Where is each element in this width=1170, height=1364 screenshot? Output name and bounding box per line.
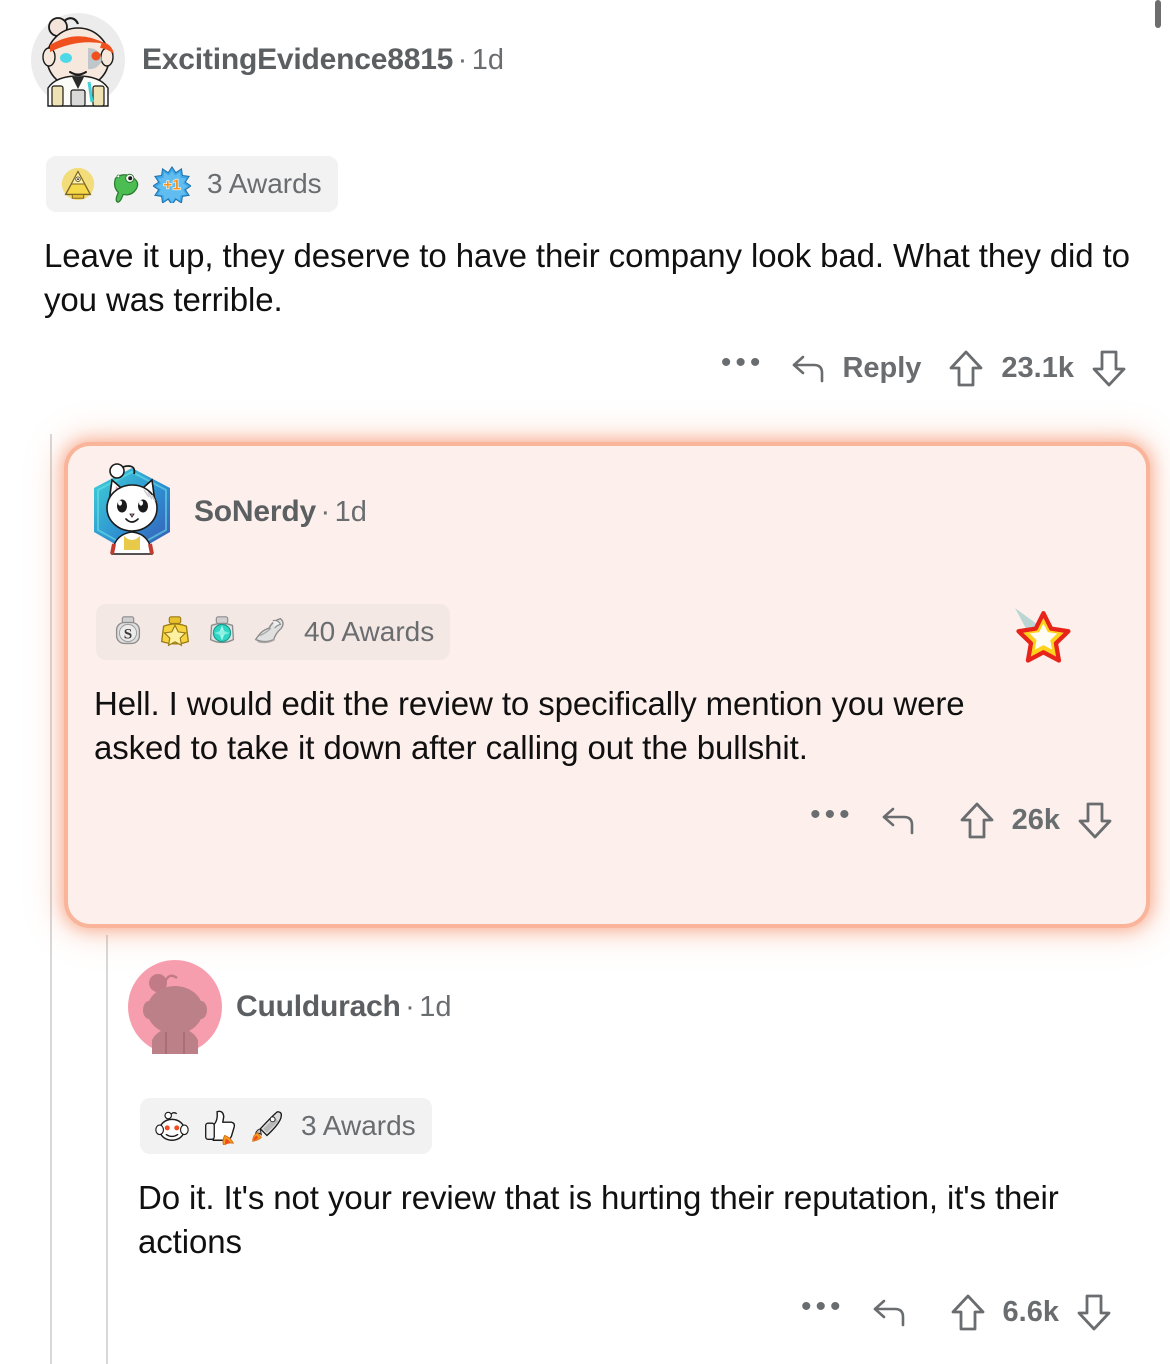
silver-s-medal-award-icon: S (115, 616, 141, 645)
thread-line-depth-1 (50, 434, 52, 1364)
comment-actions: ••• Reply 23.1k (28, 345, 1128, 390)
vote-group: 6.6k (949, 1292, 1113, 1334)
reply-button[interactable] (871, 1295, 923, 1331)
comment-author-row[interactable]: ExcitingEvidence8815 · 1d (28, 10, 1143, 110)
downvote-arrow-icon[interactable] (1075, 1292, 1113, 1334)
shooting-star-icon (1015, 608, 1071, 663)
awards-row: 3 Awards (140, 1098, 1138, 1154)
comment-actions: ••• 26k (84, 797, 1114, 842)
vote-score: 23.1k (1001, 352, 1074, 385)
scrollbar-thumb[interactable] (1155, 0, 1161, 28)
author-separator: · (320, 496, 331, 528)
white-cat-hexagon-avatar-icon (94, 463, 170, 555)
plus-one-starburst-award-icon: +1 (153, 166, 191, 203)
comment-exciting-evidence: ExcitingEvidence8815 · 1d +1 3 Awards Le… (28, 10, 1143, 390)
comment-actions: ••• 6.6k (128, 1289, 1113, 1334)
more-options-button[interactable]: ••• (810, 797, 854, 834)
comment-cuuldurach: Cuuldurach · 1d 3 Awards Do it. It's not… (128, 960, 1138, 1334)
author-name-line: ExcitingEvidence8815 · 1d (142, 43, 504, 77)
more-options-label: ••• (801, 1289, 845, 1323)
upvote-arrow-icon[interactable] (949, 1292, 987, 1334)
vote-group: 26k (958, 800, 1114, 842)
downvote-arrow-icon[interactable] (1076, 800, 1114, 842)
vote-score: 26k (1011, 804, 1060, 837)
comment-body: Do it. It's not your review that is hurt… (138, 1179, 1059, 1260)
reply-arrow-icon (882, 807, 913, 835)
shooting-star-award-badge[interactable] (1005, 600, 1081, 676)
comment-age: 1d (334, 496, 367, 528)
awards-pill[interactable]: 3 Awards (140, 1098, 432, 1154)
more-options-button[interactable]: ••• (720, 345, 765, 382)
gold-star-medal-award-icon (160, 616, 190, 647)
author-name[interactable]: Cuuldurach (236, 990, 401, 1023)
awards-pill[interactable]: S 40 Awards (96, 604, 451, 660)
awards-pill[interactable]: +1 3 Awards (46, 156, 338, 212)
svg-text:S: S (124, 626, 132, 643)
snoo-face-award-icon (155, 1111, 189, 1141)
comment-body: Leave it up, they deserve to have their … (44, 237, 1130, 318)
reply-label: Reply (842, 352, 922, 385)
pink-snoo-avatar-icon (128, 960, 222, 1054)
svg-text:+1: +1 (163, 177, 181, 194)
illuminati-pyramid-award-icon (61, 167, 95, 201)
comment-thread-page: ExcitingEvidence8815 · 1d +1 3 Awards Le… (0, 0, 1170, 1364)
avatar[interactable] (128, 960, 222, 1054)
more-options-button[interactable]: ••• (801, 1289, 845, 1326)
more-options-label: ••• (810, 797, 854, 831)
author-separator: · (405, 991, 415, 1023)
upvote-arrow-icon[interactable] (947, 348, 985, 390)
avatar[interactable] (28, 10, 128, 110)
avatar[interactable] (84, 462, 180, 562)
comment-author-row[interactable]: Cuuldurach · 1d (128, 960, 1138, 1054)
arm-wrestle-medal-award-icon (254, 617, 284, 644)
thumbs-up-rocket-award-icon (205, 1110, 236, 1145)
thread-line-depth-2 (106, 935, 108, 1364)
reply-button[interactable] (880, 803, 932, 839)
downvote-arrow-icon[interactable] (1090, 348, 1128, 390)
reply-arrow-icon (873, 1299, 904, 1327)
teal-gem-medal-award-icon (209, 616, 235, 644)
author-separator: · (457, 44, 468, 76)
comment-age: 1d (471, 44, 505, 76)
author-name-line: SoNerdy · 1d (194, 495, 367, 529)
upvote-arrow-icon[interactable] (958, 800, 996, 842)
vote-score: 6.6k (1002, 1296, 1059, 1329)
reply-arrow-icon (793, 355, 824, 383)
awards-count: 40 Awards (304, 616, 435, 647)
awards-row: +1 3 Awards (46, 156, 1143, 212)
author-name[interactable]: ExcitingEvidence8815 (142, 43, 453, 76)
rocket-award-icon (252, 1111, 283, 1142)
comment-author-row[interactable]: SoNerdy · 1d (84, 462, 1134, 562)
reply-button[interactable]: Reply (790, 351, 921, 387)
dino-head-award-icon (113, 173, 139, 203)
author-name[interactable]: SoNerdy (194, 495, 316, 528)
awards-row: S 40 Awards (96, 604, 1134, 660)
snoo-cyborg-avatar-icon (31, 13, 125, 107)
comment-sonerdy: SoNerdy · 1d S 40 Awards Hell. I would e… (84, 462, 1134, 842)
author-name-line: Cuuldurach · 1d (236, 990, 452, 1024)
more-options-label: ••• (720, 345, 765, 379)
awards-count: 3 Awards (301, 1110, 416, 1141)
scrollbar[interactable] (1154, 0, 1162, 1364)
comment-age: 1d (419, 991, 452, 1023)
awards-count: 3 Awards (207, 168, 322, 199)
comment-body: Hell. I would edit the review to specifi… (94, 685, 965, 766)
vote-group: 23.1k (947, 348, 1128, 390)
